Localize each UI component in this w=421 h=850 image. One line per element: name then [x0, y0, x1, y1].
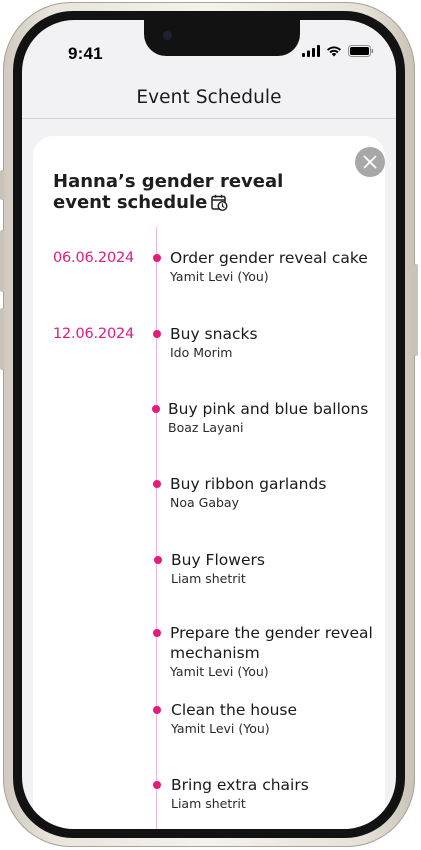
task-owner: Ido Morim: [170, 345, 233, 360]
task-title: Buy ribbon garlands: [170, 475, 327, 493]
task-title: Buy Flowers: [171, 551, 265, 569]
mute-switch: [0, 170, 4, 200]
camera-icon: [163, 31, 172, 40]
wifi-icon: [327, 46, 341, 57]
close-icon: [363, 155, 377, 169]
volume-up-button: [0, 230, 4, 292]
task-owner: Yamit Levi (You): [170, 269, 269, 284]
page-title: Event Schedule: [136, 86, 282, 108]
timeline-task[interactable]: Bring extra chairs Liam shetrit: [171, 775, 396, 812]
date-label: 12.06.2024: [53, 326, 135, 342]
timeline-task[interactable]: Order gender reveal cake Yamit Levi (You…: [170, 248, 395, 285]
volume-down-button: [0, 308, 4, 370]
timeline-dot: [153, 480, 161, 488]
task-title: Buy pink and blue ballons: [168, 400, 369, 418]
timeline-dot: [153, 254, 161, 262]
sheet-title: Hanna’s gender reveal event schedule: [53, 171, 333, 213]
dynamic-island: [144, 20, 300, 56]
phone-bezel: 9:41 Event Schedule Hanna’s gender revea…: [13, 11, 405, 838]
timeline-dot: [154, 556, 162, 564]
date-label: 06.06.2024: [53, 250, 135, 266]
timeline-dot: [152, 405, 160, 413]
battery-icon: [348, 45, 374, 57]
timeline-task[interactable]: Buy snacks Ido Morim: [170, 324, 395, 361]
task-owner: Liam shetrit: [171, 796, 246, 811]
task-owner: Boaz Layani: [168, 420, 244, 435]
timeline-task[interactable]: Prepare the gender reveal mechanism Yami…: [170, 623, 395, 680]
timeline-task[interactable]: Buy pink and blue ballons Boaz Layani: [168, 399, 393, 436]
task-title: Clean the house: [171, 701, 298, 719]
task-title: Order gender reveal cake: [170, 249, 368, 267]
status-icons: [302, 45, 374, 57]
cellular-signal-icon: [302, 45, 320, 57]
timeline-task[interactable]: Buy Flowers Liam shetrit: [171, 550, 396, 587]
screen: 9:41 Event Schedule Hanna’s gender revea…: [22, 20, 396, 829]
task-title: Bring extra chairs: [171, 776, 309, 794]
task-owner: Yamit Levi (You): [171, 721, 270, 736]
close-button[interactable]: [355, 147, 385, 177]
timeline-dot: [153, 781, 161, 789]
calendar-clock-icon: [211, 194, 228, 211]
timeline-task[interactable]: Clean the house Yamit Levi (You): [171, 700, 396, 737]
status-time: 9:41: [68, 44, 103, 63]
timeline-line: [156, 227, 157, 829]
phone-frame: 9:41 Event Schedule Hanna’s gender revea…: [0, 2, 418, 847]
timeline-dot: [153, 629, 161, 637]
task-owner: Yamit Levi (You): [170, 664, 269, 679]
status-bar: 9:41: [22, 20, 396, 74]
task-title: Prepare the gender reveal mechanism: [170, 624, 373, 662]
timeline-dot: [153, 706, 161, 714]
task-title: Buy snacks: [170, 325, 258, 343]
timeline-task[interactable]: Buy ribbon garlands Noa Gabay: [170, 474, 395, 511]
task-owner: Noa Gabay: [170, 495, 239, 510]
task-owner: Liam shetrit: [171, 571, 246, 586]
sheet-title-text: Hanna’s gender reveal event schedule: [53, 171, 284, 213]
nav-bar: Event Schedule: [22, 76, 396, 119]
power-button: [414, 264, 418, 356]
timeline-dot: [153, 330, 161, 338]
